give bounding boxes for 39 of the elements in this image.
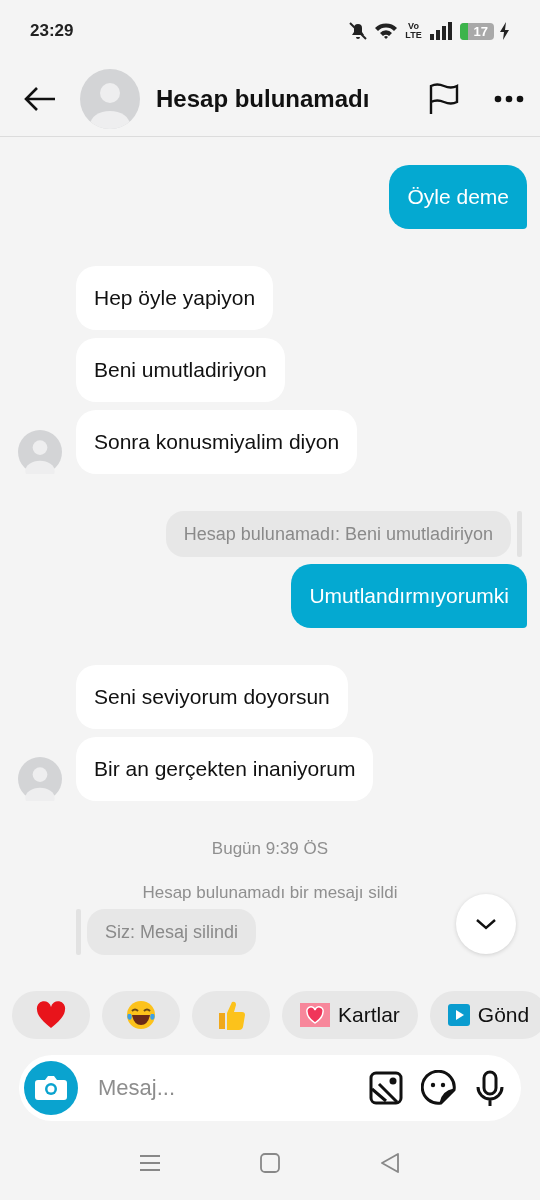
image-icon[interactable] (369, 1071, 403, 1105)
home-icon[interactable] (260, 1153, 280, 1173)
card-icon (300, 1003, 330, 1027)
signal-icon (429, 22, 454, 40)
received-message[interactable]: Sonra konusmiyalim diyon (76, 410, 358, 474)
muted-bell-icon (347, 21, 368, 41)
back-nav-icon[interactable] (380, 1153, 400, 1173)
quick-reply-chip[interactable]: Gönd (429, 991, 540, 1039)
more-icon[interactable] (494, 95, 524, 103)
charging-icon (500, 22, 510, 40)
camera-icon (34, 1075, 68, 1101)
thumbs-up-icon (216, 999, 246, 1031)
camera-button[interactable] (24, 1061, 78, 1115)
received-message[interactable]: Beni umutladiriyon (76, 338, 285, 402)
status-time: 23:29 (30, 21, 74, 41)
menu-icon[interactable] (140, 1154, 160, 1172)
received-message[interactable]: Seni seviyorum doyorsun (76, 665, 348, 729)
avatar-icon (18, 757, 62, 801)
network-type: Vo LTE (404, 22, 423, 40)
avatar-icon (18, 430, 62, 474)
wifi-icon (373, 22, 398, 40)
received-message[interactable]: Bir an gerçekten inaniyorum (76, 737, 374, 801)
flag-icon[interactable] (428, 83, 460, 115)
sticker-icon[interactable] (421, 1070, 457, 1106)
microphone-icon[interactable] (475, 1070, 505, 1106)
chevron-down-icon (475, 918, 497, 930)
quick-reply-chip[interactable] (102, 991, 180, 1039)
system-notice: Hesap bulunamadı bir mesajı sildi (142, 883, 398, 903)
received-message[interactable]: Hep öyle yapiyon (76, 266, 274, 330)
back-icon[interactable] (24, 86, 56, 112)
timestamp: Bugün 9:39 ÖS (211, 839, 329, 859)
laughing-face-icon (125, 999, 157, 1031)
heart-icon (36, 1001, 66, 1029)
battery-indicator: 17 (459, 22, 494, 40)
avatar-icon (80, 69, 140, 129)
quick-reply-chip[interactable]: Kartlar (282, 991, 418, 1039)
chat-title: Hesap bulunamadı (156, 85, 370, 113)
play-icon (447, 1004, 470, 1026)
quick-reply-chip[interactable] (12, 991, 90, 1039)
